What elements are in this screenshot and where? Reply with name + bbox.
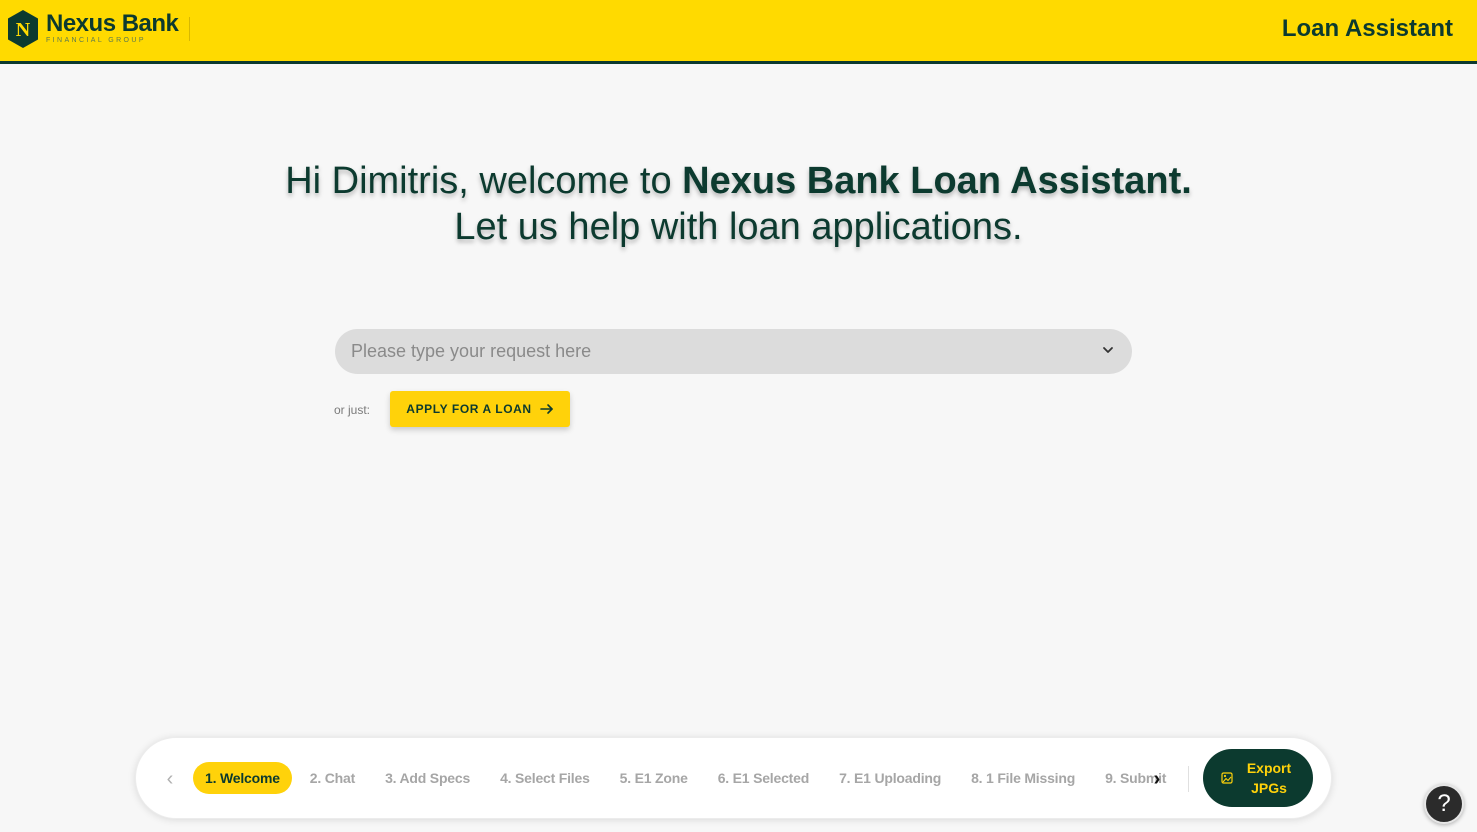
step-welcome[interactable]: 1. Welcome (193, 762, 292, 794)
app-name-text: Nexus Bank Loan Assistant. (682, 160, 1192, 202)
step-e1-uploading[interactable]: 7. E1 Uploading (827, 762, 953, 794)
export-jpgs-button[interactable]: Export JPGs (1203, 749, 1313, 807)
step-navigator: ‹ 1. Welcome 2. Chat 3. Add Specs 4. Sel… (135, 737, 1332, 819)
step-add-specs[interactable]: 3. Add Specs (373, 762, 482, 794)
welcome-heading: Hi Dimitris, welcome to Nexus Bank Loan … (0, 158, 1477, 250)
export-label-line-2: JPGs (1251, 780, 1287, 796)
welcome-line-1: Hi Dimitris, welcome to Nexus Bank Loan … (0, 158, 1477, 204)
step-chat[interactable]: 2. Chat (298, 762, 367, 794)
apply-button-label: APPLY FOR A LOAN (406, 402, 532, 416)
previous-step-button[interactable]: ‹ (161, 768, 179, 790)
request-input[interactable] (335, 329, 1132, 374)
brand-logo[interactable]: N Nexus Bank FINANCIAL GROUP (7, 9, 179, 49)
hexagon-logo-icon: N (8, 10, 38, 48)
greeting-text: Hi Dimitris, welcome to (285, 160, 683, 202)
step-list: 1. Welcome 2. Chat 3. Add Specs 4. Selec… (193, 762, 1184, 794)
next-step-button[interactable]: › (1148, 768, 1166, 790)
export-label-line-1: Export (1246, 760, 1292, 776)
or-just-label: or just: (334, 403, 371, 417)
step-select-files[interactable]: 4. Select Files (488, 762, 602, 794)
brand-subtitle: FINANCIAL GROUP (46, 37, 146, 44)
header-divider (189, 17, 190, 41)
app-title: Loan Assistant (1281, 15, 1453, 42)
logo-letter: N (16, 19, 31, 41)
welcome-line-2: Let us help with loan applications. (454, 206, 1023, 248)
image-export-icon (1221, 772, 1233, 784)
request-combobox[interactable] (335, 329, 1132, 374)
chevron-down-icon[interactable] (1102, 344, 1114, 356)
apply-for-loan-button[interactable]: APPLY FOR A LOAN (390, 391, 570, 427)
stepper-divider (1188, 766, 1189, 792)
arrow-right-icon (539, 404, 553, 414)
step-file-missing[interactable]: 8. 1 File Missing (959, 762, 1087, 794)
help-button[interactable]: ? (1424, 784, 1464, 824)
top-bar: N Nexus Bank FINANCIAL GROUP Loan Assist… (0, 0, 1477, 64)
step-e1-zone[interactable]: 5. E1 Zone (608, 762, 700, 794)
step-e1-selected[interactable]: 6. E1 Selected (706, 762, 821, 794)
brand-name: Nexus Bank (46, 10, 179, 37)
export-button-label: Export JPGs (1243, 758, 1295, 798)
